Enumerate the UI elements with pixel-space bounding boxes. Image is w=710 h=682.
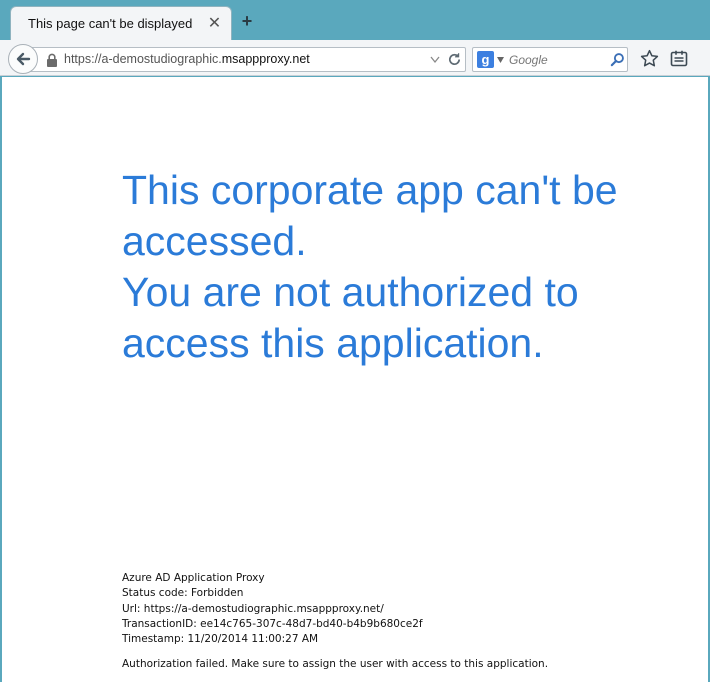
search-engine-dropdown-icon[interactable] [497,57,504,63]
plus-icon[interactable]: + [238,12,256,30]
url-domain: msappproxy.net [221,52,310,66]
detail-status-code: Status code: Forbidden [122,587,244,600]
lock-icon[interactable] [46,53,58,67]
search-bar[interactable]: g Google [472,47,628,72]
search-icon[interactable] [610,52,625,67]
authorization-message: Authorization failed. Make sure to assig… [122,658,549,670]
back-button[interactable] [8,44,38,74]
error-details: Azure AD Application Proxy Status code: … [122,571,682,647]
close-icon[interactable]: ✕ [206,15,223,32]
url-prefix: https://a-demostudiographic. [64,52,222,66]
detail-transaction-id: TransactionID: ee14c765-307c-48d7-bd40-b… [122,617,423,630]
reload-icon[interactable] [447,52,462,67]
error-headline: This corporate app can't be accessed. Yo… [122,165,682,369]
star-icon[interactable] [640,49,659,68]
headline-line-2: You are not authorized to access this ap… [122,269,579,366]
detail-url: Url: https://a-demostudiographic.msapppr… [122,602,384,615]
address-bar[interactable]: https://a-demostudiographic.msappproxy.n… [26,47,466,72]
google-icon[interactable]: g [477,51,494,68]
dropdown-arrow-icon[interactable] [430,56,440,64]
tab-title: This page can't be displayed [28,16,193,31]
detail-service: Azure AD Application Proxy [122,572,265,584]
page-content: This corporate app can't be accessed. Yo… [2,77,708,682]
detail-timestamp: Timestamp: 11/20/2014 11:00:27 AM [122,633,319,646]
navigation-toolbar: https://a-demostudiographic.msappproxy.n… [0,40,710,76]
search-input[interactable]: Google [509,53,548,67]
tab-strip: This page can't be displayed ✕ + [0,0,710,40]
reading-list-icon[interactable] [670,50,688,67]
url-text[interactable]: https://a-demostudiographic.msappproxy.n… [64,52,310,66]
headline-line-1: This corporate app can't be accessed. [122,167,618,264]
back-arrow-icon [16,52,31,66]
active-tab[interactable]: This page can't be displayed ✕ [10,6,232,40]
